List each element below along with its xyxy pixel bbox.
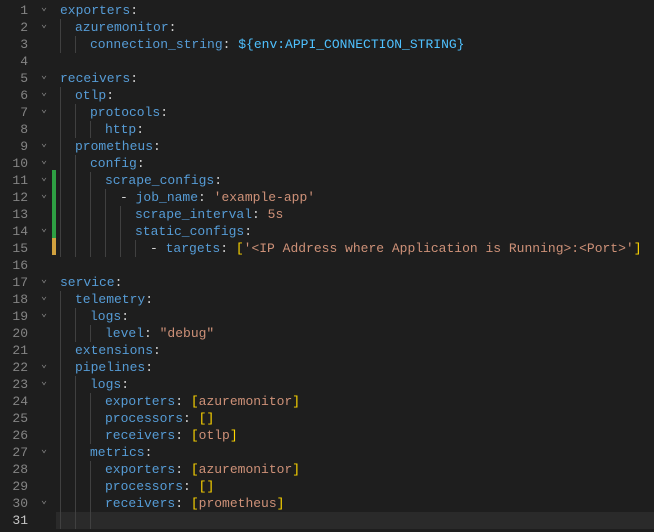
fold-chevron-icon[interactable]: ⌄	[36, 221, 52, 238]
line-number: 25	[8, 410, 28, 427]
line-number: 12	[8, 189, 28, 206]
line-number: 20	[8, 325, 28, 342]
code-line[interactable]: receivers: [otlp]	[56, 427, 654, 444]
fold-chevron-icon[interactable]: ⌄	[36, 357, 52, 374]
fold-chevron-icon[interactable]: ⌄	[36, 102, 52, 119]
code-line[interactable]	[56, 512, 654, 529]
line-number: 26	[8, 427, 28, 444]
line-number: 23	[8, 376, 28, 393]
fold-chevron-icon[interactable]	[36, 476, 52, 493]
line-number: 22	[8, 359, 28, 376]
code-line[interactable]: prometheus:	[56, 138, 654, 155]
fold-chevron-icon[interactable]	[36, 204, 52, 221]
code-line[interactable]: connection_string: ${env:APPI_CONNECTION…	[56, 36, 654, 53]
code-line[interactable]: azuremonitor:	[56, 19, 654, 36]
line-number: 1	[8, 2, 28, 19]
fold-chevron-icon[interactable]	[36, 119, 52, 136]
code-line[interactable]: static_configs:	[56, 223, 654, 240]
fold-chevron-icon[interactable]: ⌄	[36, 136, 52, 153]
line-number: 2	[8, 19, 28, 36]
line-number: 24	[8, 393, 28, 410]
line-number: 6	[8, 87, 28, 104]
line-number: 9	[8, 138, 28, 155]
code-line[interactable]: http:	[56, 121, 654, 138]
fold-chevron-icon[interactable]	[36, 459, 52, 476]
fold-chevron-icon[interactable]: ⌄	[36, 170, 52, 187]
code-line[interactable]: pipelines:	[56, 359, 654, 376]
fold-chevron-icon[interactable]: ⌄	[36, 493, 52, 510]
code-line[interactable]: service:	[56, 274, 654, 291]
code-line[interactable]: exporters: [azuremonitor]	[56, 393, 654, 410]
fold-gutter[interactable]: ⌄⌄⌄⌄⌄⌄⌄⌄⌄⌄⌄⌄⌄⌄⌄⌄⌄	[36, 0, 52, 532]
code-line[interactable]: logs:	[56, 308, 654, 325]
fold-chevron-icon[interactable]	[36, 34, 52, 51]
line-number: 15	[8, 240, 28, 257]
code-line[interactable]: telemetry:	[56, 291, 654, 308]
code-content[interactable]: exporters: azuremonitor: connection_stri…	[56, 0, 654, 532]
fold-chevron-icon[interactable]: ⌄	[36, 272, 52, 289]
line-number: 18	[8, 291, 28, 308]
code-line[interactable]: processors: []	[56, 410, 654, 427]
line-number: 31	[8, 512, 28, 529]
fold-chevron-icon[interactable]: ⌄	[36, 68, 52, 85]
fold-chevron-icon[interactable]: ⌄	[36, 374, 52, 391]
fold-chevron-icon[interactable]	[36, 510, 52, 527]
code-line[interactable]: exporters: [azuremonitor]	[56, 461, 654, 478]
fold-chevron-icon[interactable]: ⌄	[36, 306, 52, 323]
fold-chevron-icon[interactable]: ⌄	[36, 153, 52, 170]
code-line[interactable]: scrape_configs:	[56, 172, 654, 189]
code-line[interactable]: level: "debug"	[56, 325, 654, 342]
line-number: 11	[8, 172, 28, 189]
code-line[interactable]: - job_name: 'example-app'	[56, 189, 654, 206]
fold-chevron-icon[interactable]	[36, 323, 52, 340]
code-line[interactable]	[56, 53, 654, 70]
fold-chevron-icon[interactable]	[36, 425, 52, 442]
fold-chevron-icon[interactable]: ⌄	[36, 0, 52, 17]
code-line[interactable]: - targets: ['<IP Address where Applicati…	[56, 240, 654, 257]
line-number: 14	[8, 223, 28, 240]
line-number: 8	[8, 121, 28, 138]
fold-chevron-icon[interactable]	[36, 51, 52, 68]
code-line[interactable]: receivers:	[56, 70, 654, 87]
code-line[interactable]: scrape_interval: 5s	[56, 206, 654, 223]
line-number: 7	[8, 104, 28, 121]
code-line[interactable]: config:	[56, 155, 654, 172]
line-number: 16	[8, 257, 28, 274]
line-number: 27	[8, 444, 28, 461]
line-number: 21	[8, 342, 28, 359]
line-number: 28	[8, 461, 28, 478]
line-number: 4	[8, 53, 28, 70]
line-number: 17	[8, 274, 28, 291]
fold-chevron-icon[interactable]	[36, 391, 52, 408]
code-line[interactable]: otlp:	[56, 87, 654, 104]
fold-chevron-icon[interactable]: ⌄	[36, 442, 52, 459]
fold-chevron-icon[interactable]	[36, 238, 52, 255]
code-line[interactable]	[56, 257, 654, 274]
fold-chevron-icon[interactable]: ⌄	[36, 289, 52, 306]
fold-chevron-icon[interactable]	[36, 408, 52, 425]
code-line[interactable]: exporters:	[56, 2, 654, 19]
line-number: 10	[8, 155, 28, 172]
line-number: 30	[8, 495, 28, 512]
code-line[interactable]: logs:	[56, 376, 654, 393]
code-line[interactable]: receivers: [prometheus]	[56, 495, 654, 512]
code-line[interactable]: protocols:	[56, 104, 654, 121]
line-number: 19	[8, 308, 28, 325]
fold-chevron-icon[interactable]: ⌄	[36, 187, 52, 204]
code-editor[interactable]: 1234567891011121314151617181920212223242…	[0, 0, 654, 532]
line-number-gutter: 1234567891011121314151617181920212223242…	[0, 0, 36, 532]
fold-chevron-icon[interactable]: ⌄	[36, 17, 52, 34]
line-number: 13	[8, 206, 28, 223]
fold-chevron-icon[interactable]	[36, 255, 52, 272]
line-number: 3	[8, 36, 28, 53]
code-line[interactable]: extensions:	[56, 342, 654, 359]
line-number: 5	[8, 70, 28, 87]
code-line[interactable]: metrics:	[56, 444, 654, 461]
fold-chevron-icon[interactable]	[36, 340, 52, 357]
line-number: 29	[8, 478, 28, 495]
code-line[interactable]: processors: []	[56, 478, 654, 495]
fold-chevron-icon[interactable]: ⌄	[36, 85, 52, 102]
